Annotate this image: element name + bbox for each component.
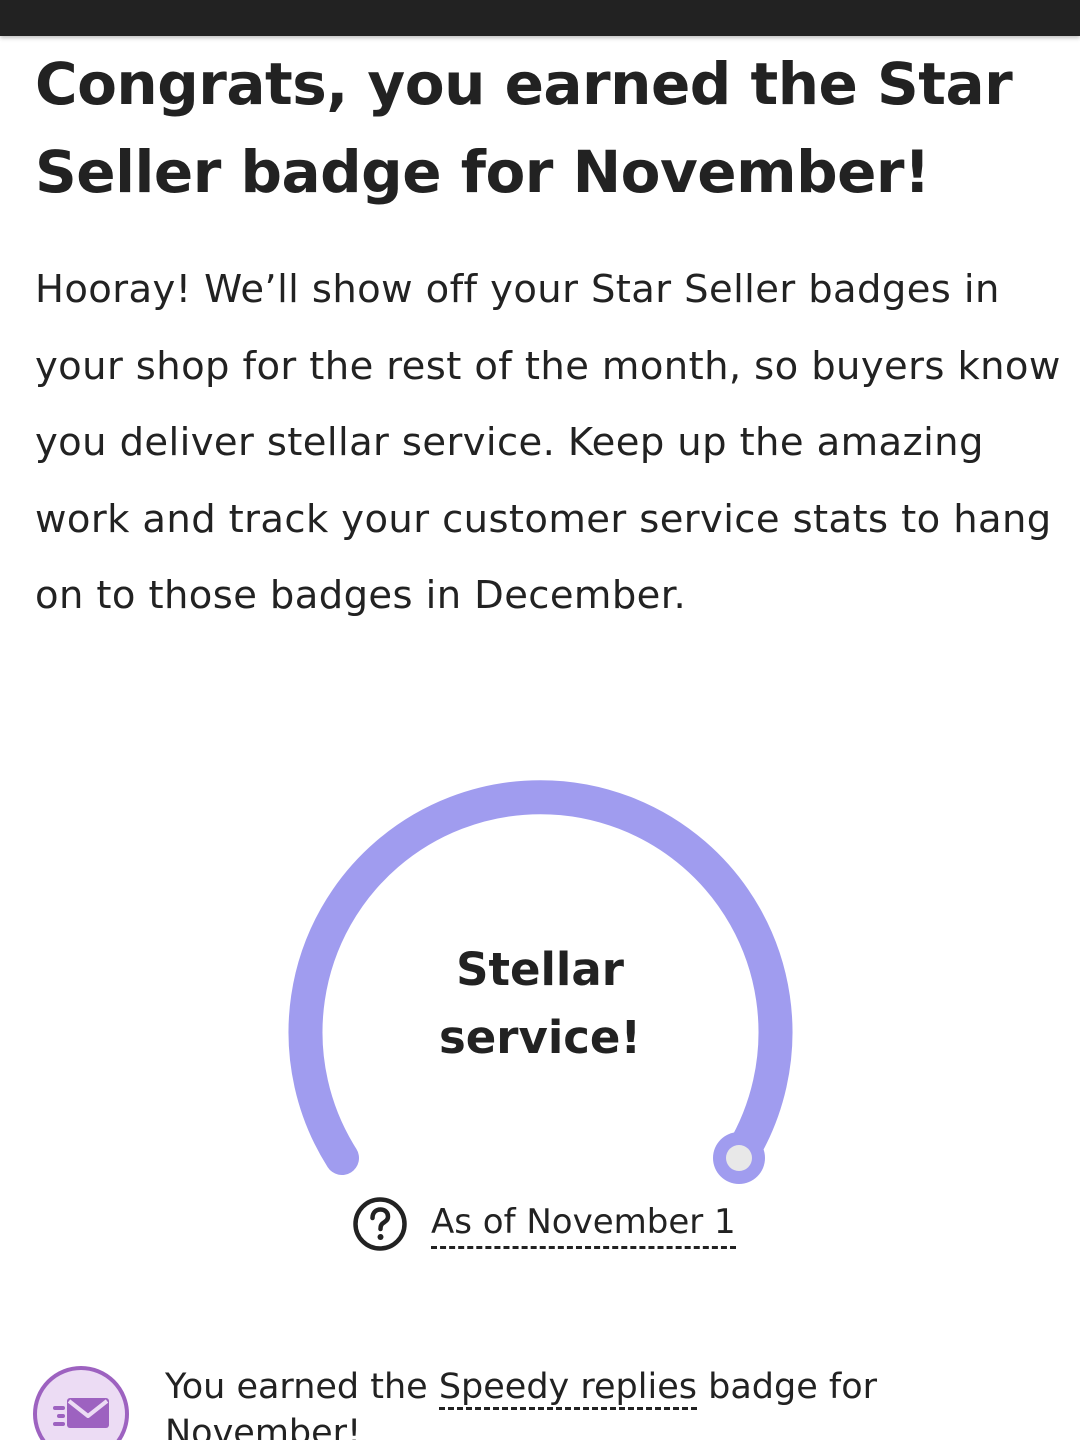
page-title: Congrats, you earned the Star Seller bad… (35, 50, 1013, 206)
speedy-replies-badge-row: You earned the Speedy replies badge for … (33, 1362, 1053, 1440)
status-bar (0, 0, 1080, 36)
gauge-label-line2: service! (439, 1011, 641, 1064)
gauge-indicator-dot-center (726, 1145, 752, 1171)
badge-text-before: You earned the (165, 1367, 439, 1407)
speedy-replies-text: You earned the Speedy replies badge for … (165, 1364, 1025, 1440)
question-circle-icon[interactable] (352, 1196, 408, 1252)
star-seller-gauge: Stellar service! (265, 760, 815, 1200)
gauge-label: Stellar service! (265, 936, 815, 1072)
gauge-label-line1: Stellar (456, 943, 624, 996)
intro-paragraph: Hooray! We’ll show off your Star Seller … (35, 267, 1061, 618)
speedy-replies-badge-icon (33, 1366, 129, 1440)
as-of-row: As of November 1 (352, 1194, 736, 1254)
as-of-date-link[interactable]: As of November 1 (431, 1200, 736, 1249)
envelope-icon (53, 1398, 109, 1428)
speedy-replies-link[interactable]: Speedy replies (438, 1367, 697, 1410)
